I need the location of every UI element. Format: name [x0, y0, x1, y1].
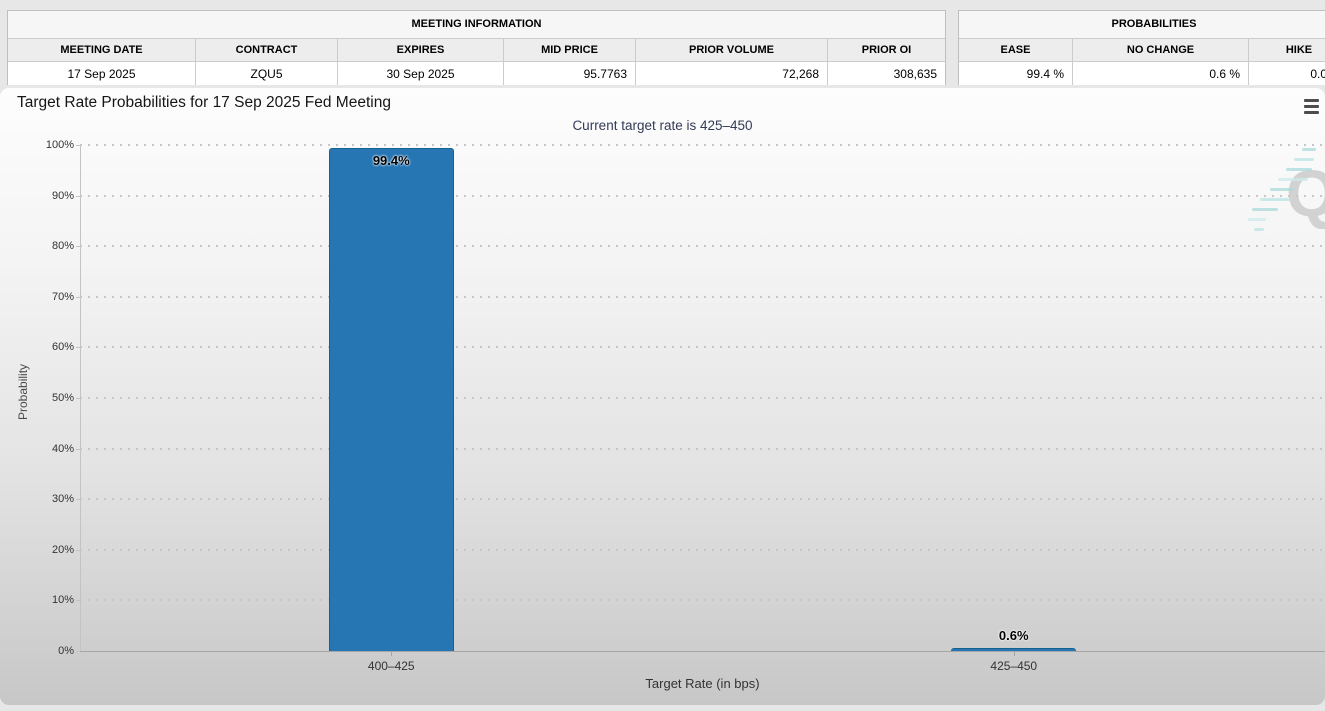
- column-header: PRIOR VOLUME: [636, 39, 828, 61]
- menu-bar: [1304, 105, 1319, 108]
- x-axis-line: [80, 651, 1325, 652]
- y-tick-label: 40%: [2, 443, 74, 455]
- x-tick-label: 400–425: [331, 659, 451, 673]
- chart-subtitle: Current target rate is 425–450: [0, 118, 1325, 133]
- y-tick-label: 20%: [2, 544, 74, 556]
- probabilities-data-row: 99.4 %0.6 %0.0 %: [959, 62, 1325, 85]
- meeting-information-data-row: 17 Sep 2025ZQU530 Sep 202595.776372,2683…: [8, 62, 945, 85]
- y-tick-label: 80%: [2, 240, 74, 252]
- probabilities-table: PROBABILITIES EASENO CHANGEHIKE 99.4 %0.…: [958, 10, 1325, 85]
- table-cell: 308,635: [828, 62, 945, 85]
- meeting-information-header-row: MEETING DATECONTRACTEXPIRESMID PRICEPRIO…: [8, 39, 945, 62]
- column-header: MID PRICE: [504, 39, 636, 61]
- column-header: EASE: [959, 39, 1073, 61]
- column-header: HIKE: [1249, 39, 1325, 61]
- table-cell: 0.0 %: [1249, 62, 1325, 85]
- probability-bar[interactable]: [329, 148, 454, 651]
- table-cell: ZQU5: [196, 62, 338, 85]
- column-header: PRIOR OI: [828, 39, 945, 61]
- column-header: EXPIRES: [338, 39, 504, 61]
- target-rate-chart: Target Rate Probabilities for 17 Sep 202…: [0, 88, 1325, 705]
- x-axis-title: Target Rate (in bps): [80, 676, 1325, 691]
- table-cell: 0.6 %: [1073, 62, 1249, 85]
- x-tick-label: 425–450: [954, 659, 1074, 673]
- x-tick-mark: [391, 651, 392, 656]
- bar-value-label: 99.4%: [331, 153, 451, 168]
- y-tick-label: 50%: [2, 392, 74, 404]
- chart-title: Target Rate Probabilities for 17 Sep 202…: [17, 94, 391, 112]
- table-cell: 72,268: [636, 62, 828, 85]
- table-cell: 95.7763: [504, 62, 636, 85]
- menu-bar: [1304, 99, 1319, 102]
- y-tick-label: 90%: [2, 190, 74, 202]
- probabilities-header-row: EASENO CHANGEHIKE: [959, 39, 1325, 62]
- y-axis-title: Probability: [16, 390, 30, 420]
- x-tick-mark: [1014, 651, 1015, 656]
- y-tick-label: 10%: [2, 594, 74, 606]
- meeting-information-table: MEETING INFORMATION MEETING DATECONTRACT…: [7, 10, 946, 85]
- y-tick-label: 0%: [2, 645, 74, 657]
- top-tables: MEETING INFORMATION MEETING DATECONTRACT…: [0, 10, 1325, 85]
- table-cell: 30 Sep 2025: [338, 62, 504, 85]
- y-tick-label: 60%: [2, 341, 74, 353]
- plot-area: 99.4% 0.6%: [80, 145, 1325, 651]
- y-tick-label: 100%: [2, 139, 74, 151]
- menu-bar: [1304, 111, 1319, 114]
- y-tick-label: 30%: [2, 493, 74, 505]
- table-cell: 99.4 %: [959, 62, 1073, 85]
- column-header: MEETING DATE: [8, 39, 196, 61]
- y-tick-label: 70%: [2, 291, 74, 303]
- bar-value-label: 0.6%: [954, 628, 1074, 643]
- column-header: CONTRACT: [196, 39, 338, 61]
- table-cell: 17 Sep 2025: [8, 62, 196, 85]
- probabilities-title: PROBABILITIES: [959, 11, 1325, 39]
- hamburger-menu-icon[interactable]: [1304, 99, 1321, 114]
- meeting-information-title: MEETING INFORMATION: [8, 11, 945, 39]
- column-header: NO CHANGE: [1073, 39, 1249, 61]
